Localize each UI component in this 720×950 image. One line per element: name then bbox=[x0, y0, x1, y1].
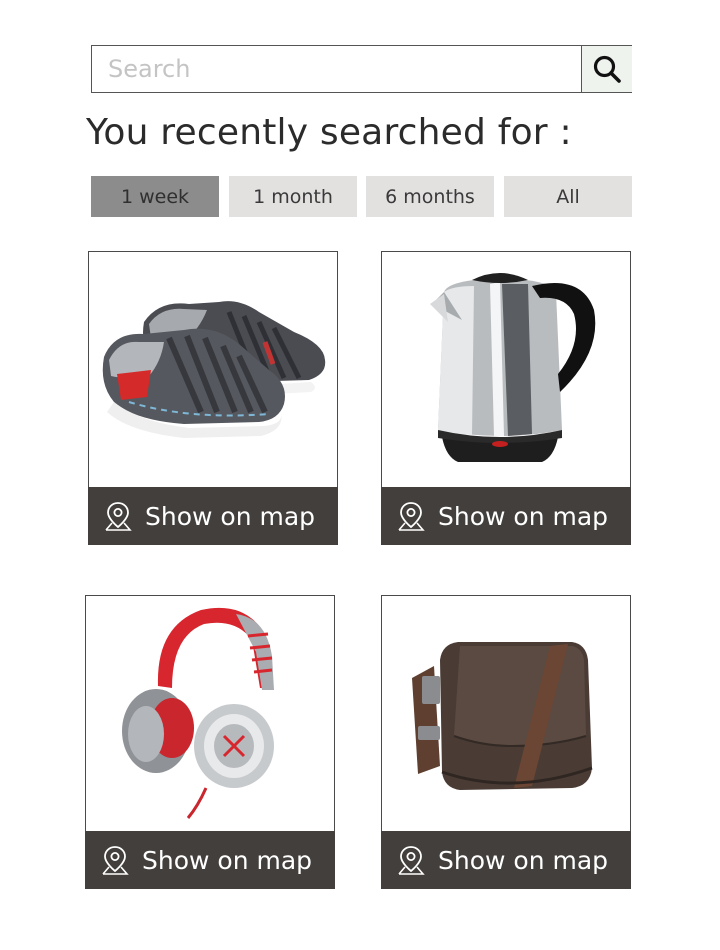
headphones-image bbox=[122, 607, 274, 819]
tab-all[interactable]: All bbox=[504, 176, 632, 217]
messenger-bag-image bbox=[412, 642, 593, 790]
show-on-map-button[interactable]: Show on map bbox=[88, 487, 338, 545]
result-card-headphones[interactable]: Show on map bbox=[85, 595, 335, 889]
map-pin-icon bbox=[398, 502, 425, 531]
tab-1-week[interactable]: 1 week bbox=[91, 176, 219, 217]
search-button[interactable] bbox=[581, 46, 632, 92]
tab-1-month[interactable]: 1 month bbox=[229, 176, 357, 217]
map-pin-icon bbox=[398, 846, 425, 875]
show-on-map-label: Show on map bbox=[142, 845, 313, 875]
show-on-map-button[interactable]: Show on map bbox=[381, 487, 631, 545]
show-on-map-button[interactable]: Show on map bbox=[381, 831, 631, 889]
show-on-map-label: Show on map bbox=[438, 845, 609, 875]
map-pin-icon bbox=[102, 846, 129, 875]
search-icon bbox=[593, 55, 621, 83]
result-card-bag[interactable]: Show on map bbox=[381, 595, 631, 889]
search-bar bbox=[91, 45, 632, 93]
page-title: You recently searched for : bbox=[86, 112, 572, 153]
show-on-map-label: Show on map bbox=[438, 501, 609, 531]
search-input[interactable] bbox=[92, 46, 581, 92]
map-pin-icon bbox=[105, 502, 132, 531]
sneakers-image bbox=[102, 301, 326, 438]
result-card-kettle[interactable]: Show on map bbox=[381, 251, 631, 545]
tab-6-months[interactable]: 6 months bbox=[366, 176, 494, 217]
show-on-map-label: Show on map bbox=[145, 501, 316, 531]
result-card-sneakers[interactable]: Show on map bbox=[88, 251, 338, 545]
kettle-image bbox=[430, 273, 596, 462]
show-on-map-button[interactable]: Show on map bbox=[85, 831, 335, 889]
